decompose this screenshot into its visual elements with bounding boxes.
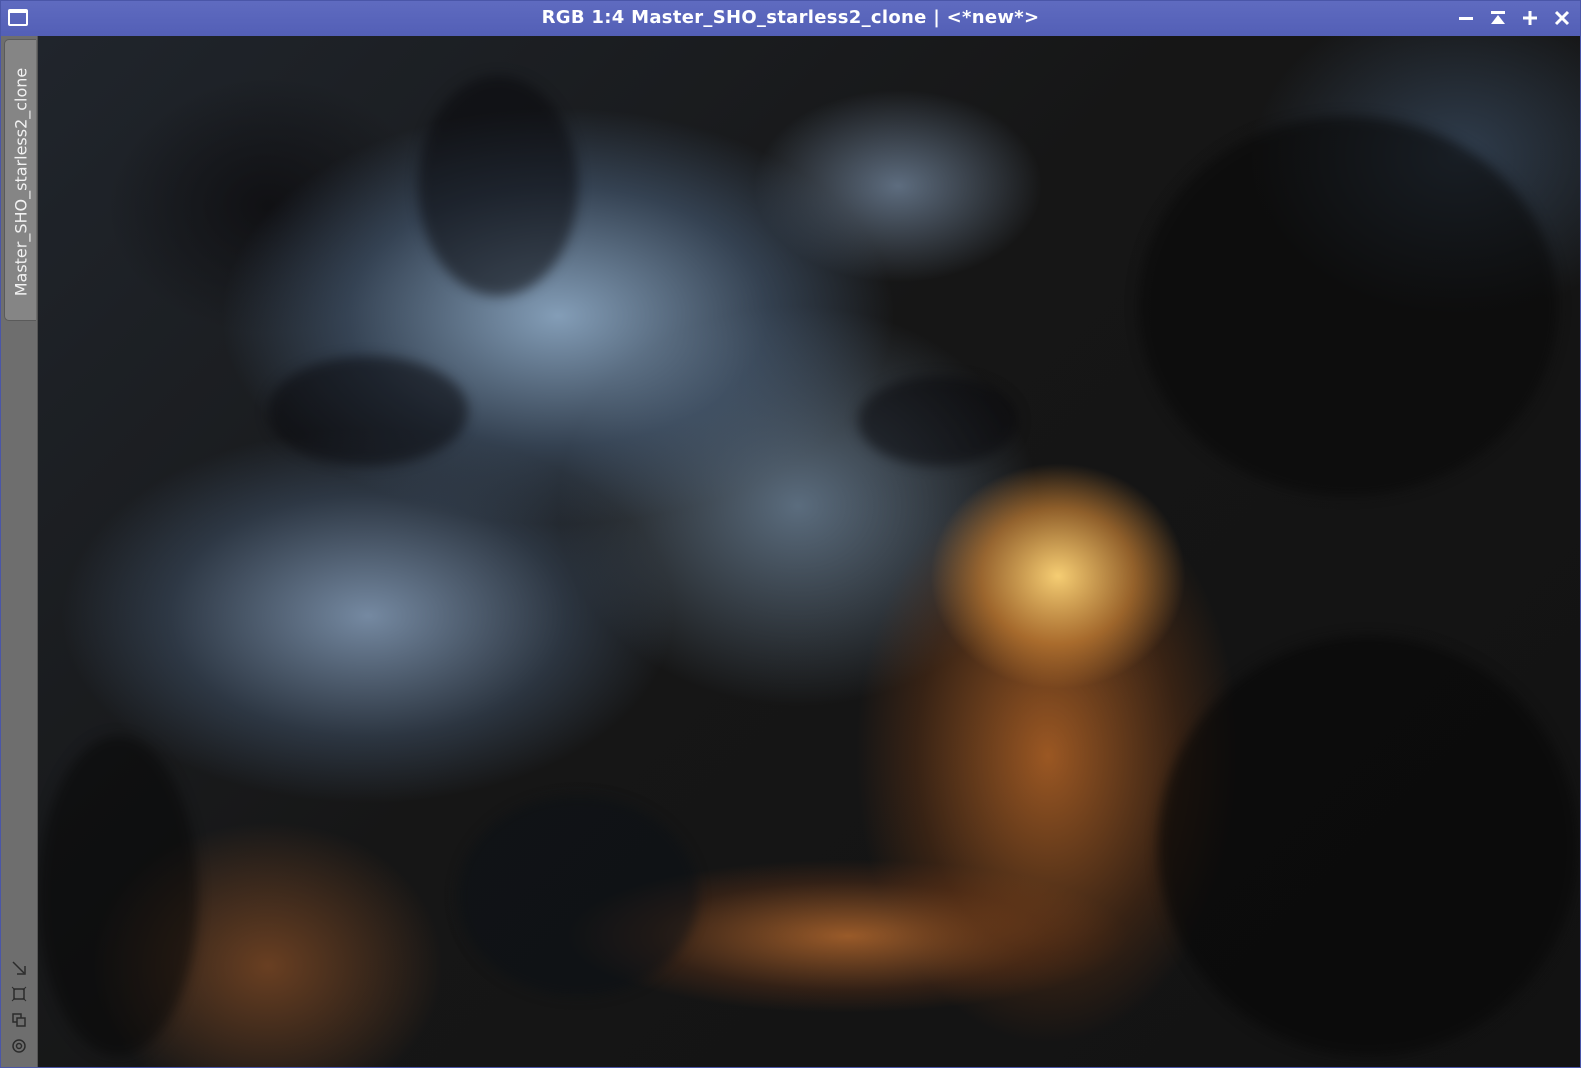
dark-dust-lane: [458, 796, 698, 996]
fit-frame-icon[interactable]: [1, 981, 37, 1007]
target-icon[interactable]: [1, 1033, 37, 1059]
image-window: RGB 1:4 Master_SHO_starless2_clone | <*n…: [0, 0, 1581, 1068]
dark-dust-lane: [858, 376, 1018, 466]
maximize-icon[interactable]: [1518, 4, 1542, 32]
resize-arrow-icon[interactable]: [1, 955, 37, 981]
dark-dust-lane: [1138, 116, 1558, 496]
view-tab[interactable]: Master_SHO_starless2_clone: [4, 39, 36, 321]
side-tools: [1, 955, 37, 1059]
dark-dust-lane: [418, 76, 578, 296]
image-canvas[interactable]: [38, 36, 1580, 1067]
view-selector-bar: Master_SHO_starless2_clone: [1, 36, 38, 1067]
dark-dust-lane: [38, 736, 198, 1056]
view-tab-label: Master_SHO_starless2_clone: [11, 67, 30, 297]
close-icon[interactable]: [1550, 4, 1574, 32]
shade-icon[interactable]: [1486, 4, 1510, 32]
dark-dust-lane: [1158, 636, 1578, 1056]
title-bar[interactable]: RGB 1:4 Master_SHO_starless2_clone | <*n…: [1, 1, 1580, 36]
dark-dust-lane: [268, 356, 468, 466]
clone-view-icon[interactable]: [1, 1007, 37, 1033]
window-controls: [1454, 4, 1574, 32]
window-title: RGB 1:4 Master_SHO_starless2_clone | <*n…: [541, 7, 1040, 28]
minimize-icon[interactable]: [1454, 4, 1478, 32]
